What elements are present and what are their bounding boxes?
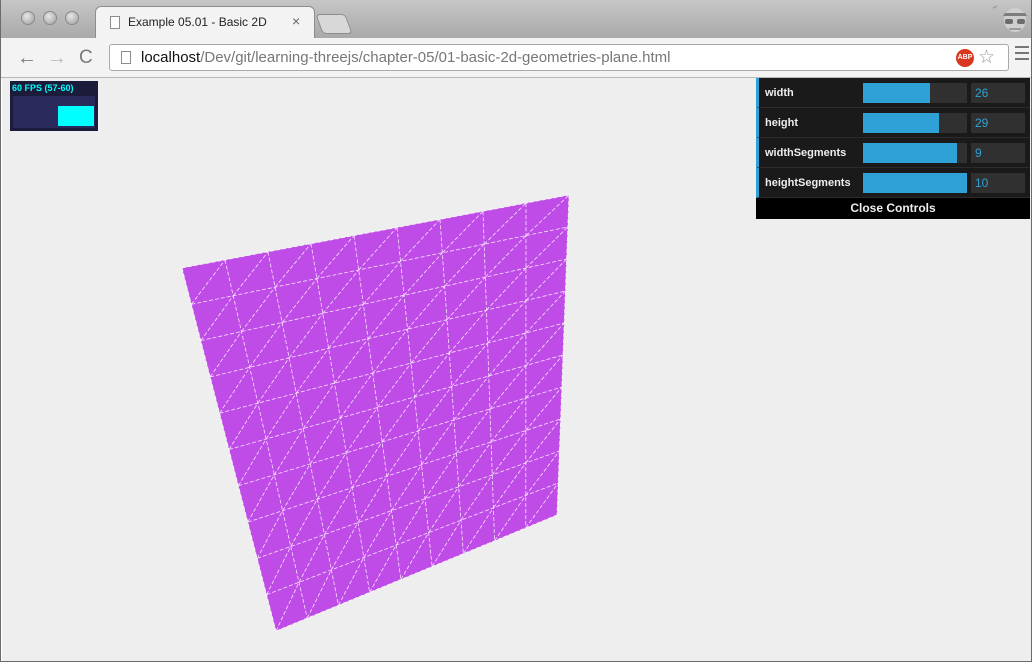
browser-toolbar: ← → C localhost/Dev/git/learning-threejs… [1, 38, 1031, 78]
height-slider-fill [863, 113, 939, 133]
width-segments-value-input[interactable]: 9 [971, 143, 1025, 163]
url-path: /Dev/git/learning-threejs/chapter-05/01-… [200, 49, 671, 66]
control-label-width: width [765, 87, 794, 99]
browser-window: Example 05.01 - Basic 2D × ← → C localho… [0, 0, 1032, 662]
adblock-icon[interactable]: ABP [956, 49, 974, 67]
url-host: localhost [141, 49, 201, 66]
page-icon [121, 51, 131, 64]
fps-graph-bar [58, 106, 94, 126]
control-row-width: width 26 [756, 78, 1030, 108]
width-slider[interactable] [863, 83, 967, 103]
tab-close-icon[interactable]: × [292, 13, 300, 29]
incognito-icon [989, 5, 1027, 32]
height-value-input[interactable]: 29 [971, 113, 1025, 133]
zoom-window-button[interactable] [65, 11, 79, 25]
address-bar[interactable]: localhost/Dev/git/learning-threejs/chapt… [109, 44, 1009, 71]
new-tab-button[interactable] [315, 14, 353, 34]
height-segments-value-input[interactable]: 10 [971, 173, 1025, 193]
fps-label: 60 FPS (57-60) [12, 83, 74, 93]
close-controls-button[interactable]: Close Controls [756, 198, 1030, 219]
minimize-window-button[interactable] [43, 11, 57, 25]
reload-icon[interactable]: C [79, 47, 93, 69]
browser-tab[interactable]: Example 05.01 - Basic 2D × [95, 6, 315, 38]
fps-stats-panel[interactable]: 60 FPS (57-60) [10, 81, 98, 131]
controls-panel: width 26 height 29 widthSegments 9 heigh… [756, 78, 1030, 219]
page-icon [110, 16, 120, 29]
width-value-input[interactable]: 26 [971, 83, 1025, 103]
control-label-width-segments: widthSegments [765, 147, 847, 159]
width-segments-slider[interactable] [863, 143, 967, 163]
tab-title: Example 05.01 - Basic 2D [128, 15, 267, 29]
url-text[interactable]: localhost/Dev/git/learning-threejs/chapt… [141, 49, 670, 66]
height-segments-slider-fill [863, 173, 967, 193]
width-slider-fill [863, 83, 930, 103]
control-row-height-segments: heightSegments 10 [756, 168, 1030, 198]
control-row-width-segments: widthSegments 9 [756, 138, 1030, 168]
control-row-height: height 29 [756, 108, 1030, 138]
width-segments-slider-fill [863, 143, 957, 163]
control-label-height-segments: heightSegments [765, 177, 851, 189]
control-label-height: height [765, 117, 798, 129]
plane-mesh [182, 195, 569, 631]
close-window-button[interactable] [21, 11, 35, 25]
fps-graph [13, 96, 95, 128]
bookmark-star-icon[interactable]: ☆ [978, 46, 995, 69]
webgl-viewport[interactable]: 60 FPS (57-60) width 26 height 29 widthS… [2, 78, 1031, 661]
forward-arrow-icon[interactable]: → [47, 47, 67, 70]
menu-icon[interactable] [1015, 46, 1029, 64]
height-segments-slider[interactable] [863, 173, 967, 193]
tab-strip: Example 05.01 - Basic 2D × [1, 0, 1031, 38]
back-arrow-icon[interactable]: ← [17, 47, 37, 70]
height-slider[interactable] [863, 113, 967, 133]
